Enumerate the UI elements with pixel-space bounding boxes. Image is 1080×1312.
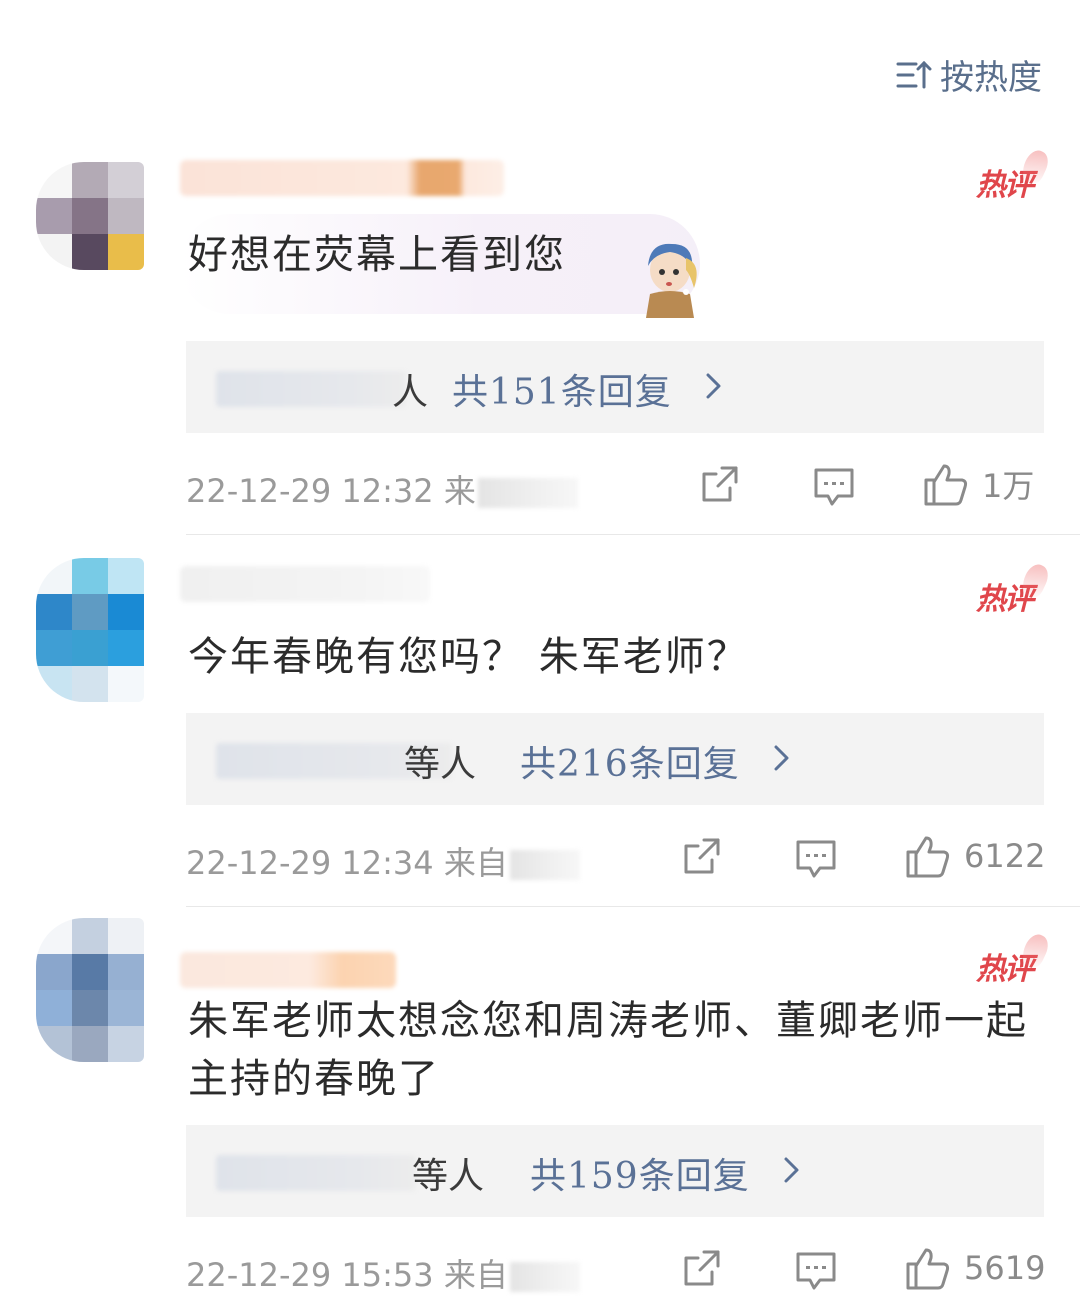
comment-icon [814, 468, 854, 506]
share-button[interactable] [700, 464, 740, 504]
girl-sticker-icon [646, 243, 697, 318]
reply-preview[interactable]: 等人 共216条回复 [186, 713, 1044, 805]
comment-icon [796, 840, 836, 878]
thumbs-up-icon [906, 836, 950, 878]
like-count: 6122 [964, 837, 1046, 875]
divider [186, 534, 1080, 535]
reply-users [216, 1155, 416, 1191]
reply-button[interactable] [794, 1248, 838, 1292]
like-count: 5619 [964, 1249, 1046, 1287]
divider [186, 906, 1080, 907]
reply-count-link[interactable]: 共151条回复 [452, 363, 672, 415]
reply-count-link[interactable]: 共216条回复 [520, 735, 740, 787]
avatar[interactable] [36, 918, 144, 1062]
timestamp-source: 22-12-29 12:32 来 [186, 472, 476, 510]
reply-button[interactable] [794, 836, 838, 880]
share-icon [684, 838, 720, 874]
username[interactable] [180, 566, 430, 602]
reply-count-link[interactable]: 共159条回复 [530, 1147, 750, 1199]
sort-icon [896, 60, 932, 88]
reply-users-suffix: 等人 [404, 744, 477, 785]
source-device [477, 478, 578, 508]
reply-users-suffix: 人 [392, 372, 429, 413]
share-icon [684, 1250, 720, 1286]
avatar[interactable] [36, 162, 144, 270]
comment-text: 朱军老师太想念您和周涛老师、董卿老师一起主持的春晚了 [188, 998, 1028, 1102]
share-icon [702, 466, 738, 502]
comment-text: 好想在荧幕上看到您 [188, 232, 566, 278]
hot-comment-badge: 热评 [976, 574, 1034, 618]
comment-text: 今年春晚有您吗？ 朱军老师？ [188, 634, 749, 680]
share-button[interactable] [682, 1248, 722, 1288]
chevron-right-icon [784, 1157, 799, 1183]
timestamp-source: 22-12-29 12:34 来自 [186, 844, 508, 882]
username[interactable] [180, 952, 396, 988]
reply-users [216, 371, 406, 407]
username[interactable] [180, 160, 504, 196]
source-device [509, 1262, 580, 1292]
hot-comment-badge: 热评 [976, 944, 1034, 988]
reply-preview[interactable]: 等人 共159条回复 [186, 1125, 1044, 1217]
chevron-right-icon [774, 745, 789, 771]
comment-meta: 22-12-29 12:32 来 [186, 466, 578, 512]
hot-comment-badge: 热评 [976, 160, 1034, 204]
reply-preview[interactable]: 人 共151条回复 [186, 341, 1044, 433]
reply-users-suffix: 等人 [412, 1156, 485, 1197]
comment-icon [796, 1252, 836, 1290]
chevron-right-icon [706, 373, 721, 399]
reply-button[interactable] [812, 464, 856, 508]
like-button[interactable]: 6122 [904, 832, 1045, 880]
like-count: 1万 [982, 467, 1035, 505]
share-button[interactable] [682, 836, 722, 876]
thumbs-up-icon [906, 1248, 950, 1290]
like-button[interactable]: 5619 [904, 1244, 1045, 1292]
source-device [509, 850, 580, 880]
sort-label: 按热度 [940, 58, 1042, 98]
thumbs-up-icon [924, 464, 968, 506]
avatar[interactable] [36, 558, 144, 702]
timestamp-source: 22-12-29 15:53 来自 [186, 1256, 508, 1294]
comment-meta: 22-12-29 12:34 来自 [186, 838, 580, 884]
comment-meta: 22-12-29 15:53 来自 [186, 1250, 580, 1296]
sort-by-hot-button[interactable]: 按热度 [896, 50, 1042, 99]
like-button[interactable]: 1万 [922, 460, 1034, 508]
